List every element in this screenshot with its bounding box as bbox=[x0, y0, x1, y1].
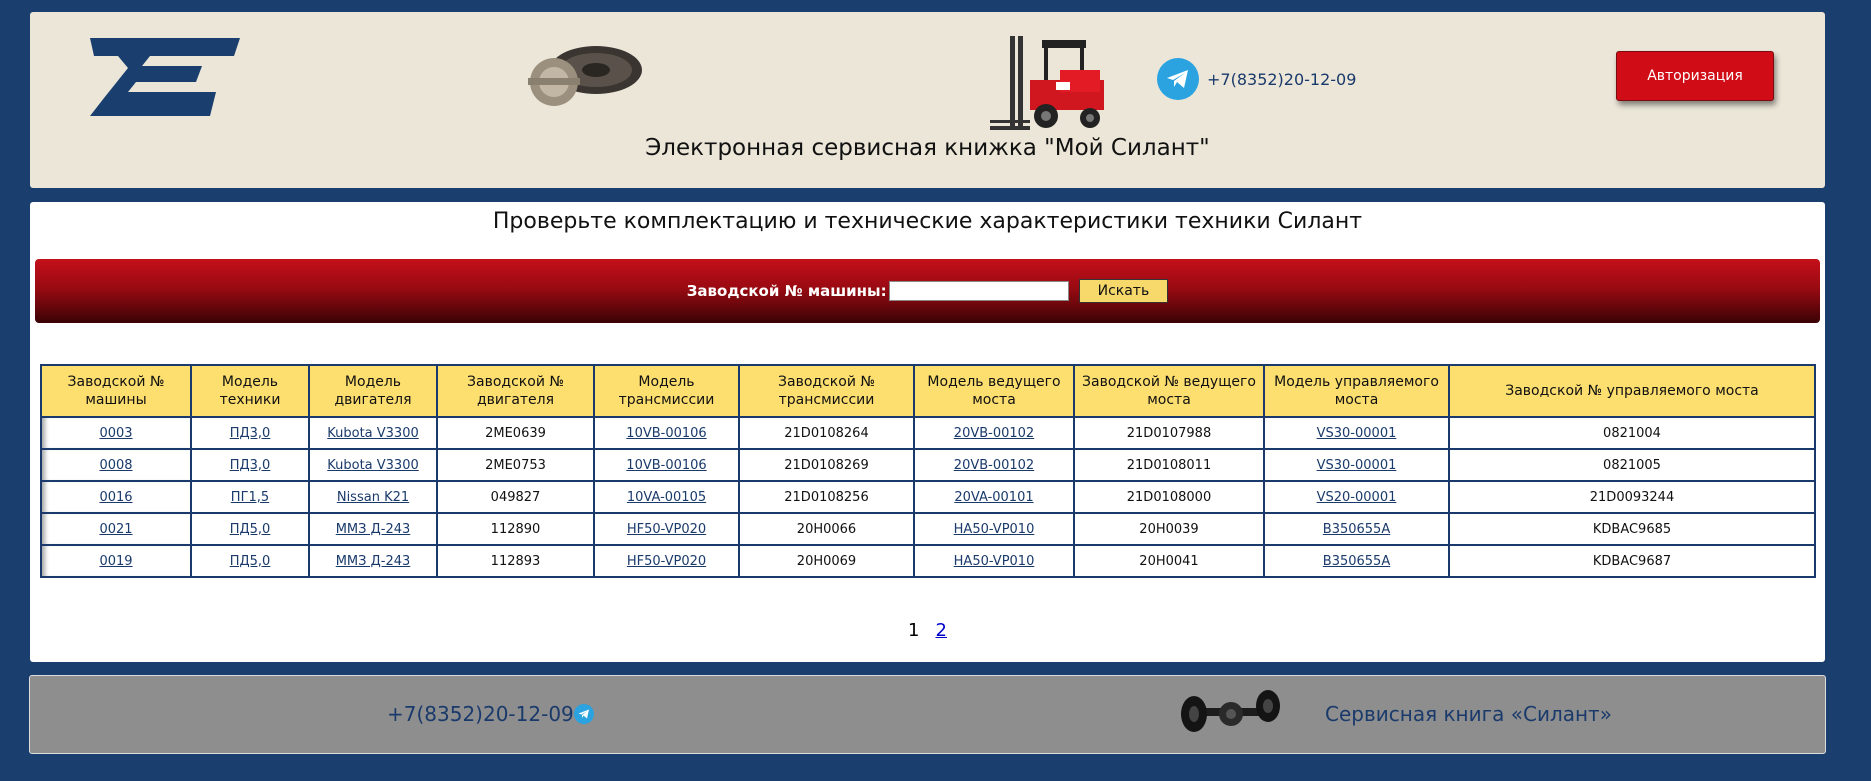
col-engine-model: Модель двигателя bbox=[308, 364, 438, 418]
drive-axle-serial-cell: 20H0041 bbox=[1073, 544, 1265, 578]
page-title: Проверьте комплектацию и технические хар… bbox=[492, 209, 1363, 234]
table-row: 0016 ПГ1,5 Nissan K21 049827 10VA-00105 … bbox=[40, 480, 1816, 514]
engine-serial-cell: 112890 bbox=[436, 512, 595, 546]
drive-axle-model-link[interactable]: HA50-VP010 bbox=[954, 554, 1035, 569]
drive-axle-serial-cell: 21D0107988 bbox=[1073, 416, 1265, 450]
col-drive-axle-model: Модель ведущего моста bbox=[913, 364, 1075, 418]
transmission-model-link[interactable]: 10VA-00105 bbox=[627, 490, 706, 505]
machine-serial-link[interactable]: 0008 bbox=[99, 458, 132, 473]
steer-axle-serial-cell: KDBAC9685 bbox=[1448, 512, 1816, 546]
transmission-serial-cell: 20H0066 bbox=[738, 512, 915, 546]
engine-model-link[interactable]: ММЗ Д-243 bbox=[336, 554, 411, 569]
gears-image bbox=[528, 46, 642, 106]
machine-model-link[interactable]: ПГ1,5 bbox=[231, 490, 269, 505]
footer-title[interactable]: Сервисная книга «Силант» bbox=[1325, 702, 1612, 726]
table-row: 0003 ПД3,0 Kubota V3300 2ME0639 10VB-001… bbox=[40, 416, 1816, 450]
drive-axle-serial-cell: 21D0108000 bbox=[1073, 480, 1265, 514]
telegram-icon[interactable] bbox=[1157, 58, 1199, 100]
col-engine-serial: Заводской № двигателя bbox=[436, 364, 595, 418]
serial-number-input[interactable] bbox=[888, 281, 1069, 301]
header-phone[interactable]: +7(8352)20-12-09 bbox=[1207, 70, 1356, 89]
transmission-model-link[interactable]: 10VB-00106 bbox=[626, 426, 706, 441]
login-button[interactable]: Авторизация bbox=[1616, 51, 1774, 101]
machine-model-link[interactable]: ПД5,0 bbox=[230, 522, 271, 537]
transmission-serial-cell: 20H0069 bbox=[738, 544, 915, 578]
steer-axle-model-link[interactable]: VS30-00001 bbox=[1317, 426, 1397, 441]
engine-serial-cell: 2ME0639 bbox=[436, 416, 595, 450]
machine-serial-link[interactable]: 0019 bbox=[99, 554, 132, 569]
transmission-serial-cell: 21D0108264 bbox=[738, 416, 915, 450]
drive-axle-model-link[interactable]: 20VA-00101 bbox=[954, 490, 1033, 505]
transmission-model-link[interactable]: HF50-VP020 bbox=[627, 554, 706, 569]
steer-axle-model-link[interactable]: B350655A bbox=[1323, 554, 1390, 569]
page-current: 1 bbox=[908, 620, 920, 641]
machine-model-link[interactable]: ПД5,0 bbox=[230, 554, 271, 569]
col-steer-axle-serial: Заводской № управляемого моста bbox=[1448, 364, 1816, 418]
search-label: Заводской № машины: bbox=[686, 282, 887, 300]
engine-serial-cell: 112893 bbox=[436, 544, 595, 578]
drive-axle-model-link[interactable]: 20VB-00102 bbox=[954, 426, 1034, 441]
engine-model-link[interactable]: Kubota V3300 bbox=[327, 426, 419, 441]
steer-axle-serial-cell: 0821005 bbox=[1448, 448, 1816, 482]
table-header-row: Заводской № машины Модель техники Модель… bbox=[40, 364, 1816, 418]
main-content: Проверьте комплектацию и технические хар… bbox=[30, 202, 1825, 662]
site-title: Электронная сервисная книжка "Мой Силант… bbox=[645, 135, 1210, 161]
machine-serial-link[interactable]: 0003 bbox=[99, 426, 132, 441]
machine-serial-link[interactable]: 0016 bbox=[99, 490, 132, 505]
page-link-2[interactable]: 2 bbox=[936, 620, 947, 641]
axle-image bbox=[1181, 690, 1280, 732]
col-drive-axle-serial: Заводской № ведущего моста bbox=[1073, 364, 1265, 418]
footer: +7(8352)20-12-09 Сервисная книга «Силант… bbox=[29, 675, 1826, 754]
steer-axle-model-link[interactable]: B350655A bbox=[1323, 522, 1390, 537]
col-machine-model: Модель техники bbox=[190, 364, 310, 418]
col-transmission-model: Модель трансмиссии bbox=[593, 364, 740, 418]
engine-model-link[interactable]: ММЗ Д-243 bbox=[336, 522, 411, 537]
engine-model-link[interactable]: Nissan K21 bbox=[337, 490, 409, 505]
steer-axle-model-link[interactable]: VS20-00001 bbox=[1317, 490, 1397, 505]
engine-serial-cell: 049827 bbox=[436, 480, 595, 514]
machine-model-link[interactable]: ПД3,0 bbox=[230, 426, 271, 441]
search-bar: Заводской № машины: Искать bbox=[35, 259, 1820, 323]
footer-phone[interactable]: +7(8352)20-12-09 bbox=[387, 702, 574, 726]
drive-axle-serial-cell: 21D0108011 bbox=[1073, 448, 1265, 482]
transmission-model-link[interactable]: HF50-VP020 bbox=[627, 522, 706, 537]
transmission-model-link[interactable]: 10VB-00106 bbox=[626, 458, 706, 473]
machine-model-link[interactable]: ПД3,0 bbox=[230, 458, 271, 473]
drive-axle-model-link[interactable]: HA50-VP010 bbox=[954, 522, 1035, 537]
silant-logo[interactable] bbox=[90, 38, 240, 116]
steer-axle-model-link[interactable]: VS30-00001 bbox=[1317, 458, 1397, 473]
table-row: 0019 ПД5,0 ММЗ Д-243 112893 HF50-VP020 2… bbox=[40, 544, 1816, 578]
search-button[interactable]: Искать bbox=[1078, 279, 1169, 303]
steer-axle-serial-cell: KDBAC9687 bbox=[1448, 544, 1816, 578]
col-steer-axle-model: Модель управляемого моста bbox=[1263, 364, 1450, 418]
engine-serial-cell: 2ME0753 bbox=[436, 448, 595, 482]
table-row: 0021 ПД5,0 ММЗ Д-243 112890 HF50-VP020 2… bbox=[40, 512, 1816, 546]
steer-axle-serial-cell: 21D0093244 bbox=[1448, 480, 1816, 514]
forklift-image bbox=[990, 36, 1104, 130]
col-machine-serial: Заводской № машины bbox=[40, 364, 192, 418]
telegram-icon[interactable] bbox=[574, 704, 594, 724]
drive-axle-serial-cell: 20H0039 bbox=[1073, 512, 1265, 546]
engine-model-link[interactable]: Kubota V3300 bbox=[327, 458, 419, 473]
col-transmission-serial: Заводской № трансмиссии bbox=[738, 364, 915, 418]
transmission-serial-cell: 21D0108269 bbox=[738, 448, 915, 482]
transmission-serial-cell: 21D0108256 bbox=[738, 480, 915, 514]
pagination: 12 bbox=[30, 620, 1825, 641]
drive-axle-model-link[interactable]: 20VB-00102 bbox=[954, 458, 1034, 473]
header: +7(8352)20-12-09 Авторизация Электронная… bbox=[30, 12, 1825, 188]
machine-serial-link[interactable]: 0021 bbox=[99, 522, 132, 537]
steer-axle-serial-cell: 0821004 bbox=[1448, 416, 1816, 450]
machines-table: Заводской № машины Модель техники Модель… bbox=[40, 364, 1816, 578]
table-row: 0008 ПД3,0 Kubota V3300 2ME0753 10VB-001… bbox=[40, 448, 1816, 482]
